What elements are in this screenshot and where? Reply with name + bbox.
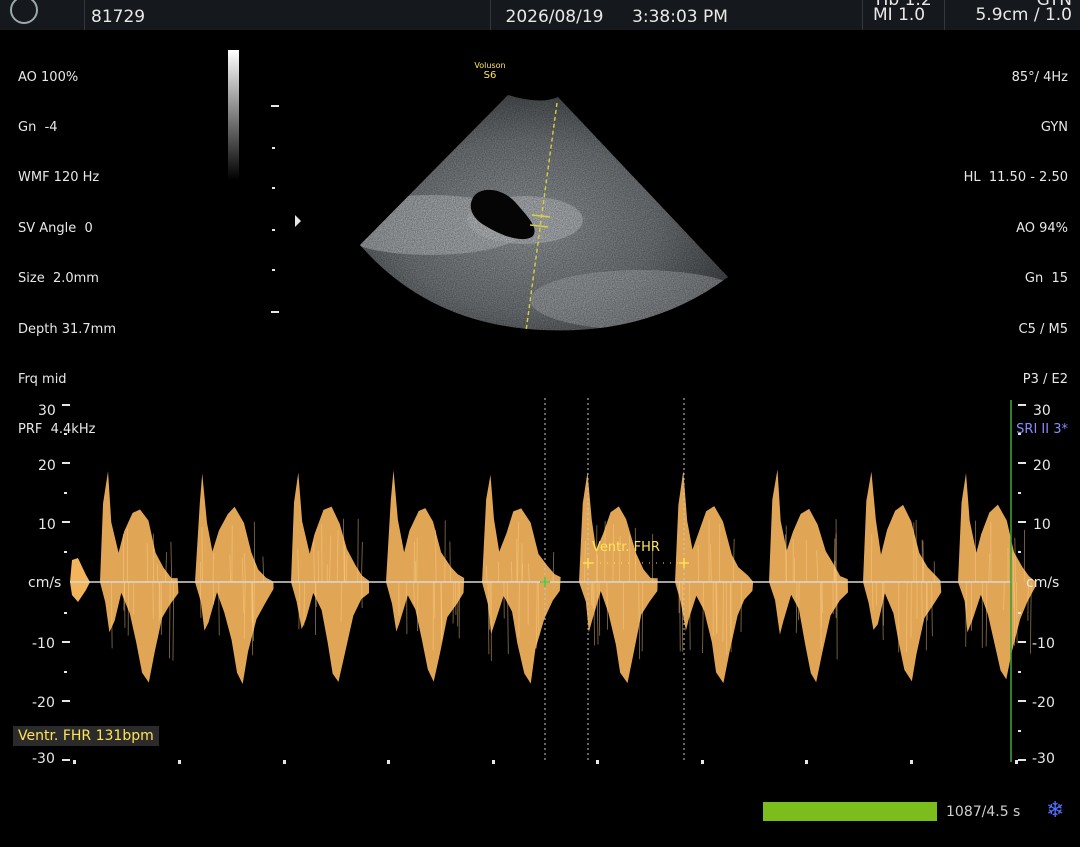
depth-zoom: 5.9cm / 1.0	[951, 8, 1072, 23]
left-tick-neg20: -20	[32, 696, 55, 710]
param-ao: AO 100%	[18, 70, 116, 87]
right-tick-neg30: -30	[1032, 752, 1055, 766]
right-tick-neg20: -20	[1032, 696, 1055, 710]
right-tick-30: 30	[1033, 404, 1051, 418]
cine-progress-bar[interactable]	[763, 802, 937, 821]
doppler-spectrum	[0, 390, 1080, 775]
ge-logo-icon	[0, 0, 82, 30]
bmode-sector-image	[350, 85, 740, 340]
cine-frame-counter: 1087/4.5 s	[946, 804, 1020, 820]
right-unit: cm/s	[1026, 576, 1059, 590]
param-gain: Gn -4	[18, 120, 116, 137]
param-preset: GYN	[964, 120, 1068, 137]
param-hl: HL 11.50 - 2.50	[964, 170, 1068, 187]
left-unit: cm/s	[28, 576, 61, 590]
safety-indices: TIb 1.2 MI 1.0	[862, 0, 944, 30]
time-markers	[73, 760, 1018, 764]
patient-id: 81729	[84, 0, 489, 30]
spectrum-waveform	[70, 469, 1036, 684]
param-frq: Frq mid	[18, 372, 116, 389]
param-wmf: WMF 120 Hz	[18, 170, 116, 187]
cardiac-cycle-6	[579, 472, 658, 683]
depth-scale	[265, 95, 305, 320]
mi-value: MI 1.0	[873, 8, 944, 23]
date: 2026/08/19	[490, 0, 618, 30]
param-gain-right: Gn 15	[964, 271, 1068, 288]
left-tick-neg10: -10	[32, 637, 55, 651]
cardiac-cycle-7	[675, 471, 753, 683]
brand-label: Voluson S6	[468, 61, 512, 81]
left-tick-20: 20	[38, 459, 56, 473]
snowflake-icon[interactable]: ❄	[1046, 800, 1064, 822]
time: 3:38:03 PM	[618, 0, 742, 30]
fhr-caliper-label: Ventr. FHR	[592, 540, 660, 555]
top-status-bar: 81729 2026/08/19 3:38:03 PM TIb 1.2 MI 1…	[0, 0, 1080, 30]
right-tick-neg10: -10	[1032, 637, 1055, 651]
param-sv-angle: SV Angle 0	[18, 221, 116, 238]
param-size: Size 2.0mm	[18, 271, 116, 288]
param-angle-rate: 85°/ 4Hz	[964, 70, 1068, 87]
cardiac-cycle-4	[386, 470, 464, 682]
brand-line2: S6	[468, 71, 512, 81]
cardiac-cycle-9	[863, 472, 941, 682]
cardiac-cycle-5	[482, 475, 561, 684]
cardiac-cycle-2	[195, 474, 273, 684]
right-tick-20: 20	[1033, 459, 1051, 473]
cardiac-cycle-partial	[70, 558, 90, 602]
param-depth: Depth 31.7mm	[18, 322, 116, 339]
param-cm: C5 / M5	[964, 322, 1068, 339]
focus-marker-icon	[295, 215, 301, 227]
grayscale-bar	[228, 50, 239, 180]
right-tick-10: 10	[1033, 518, 1051, 532]
cardiac-cycle-1	[100, 471, 178, 683]
preset-info: GYN 5.9cm / 1.0	[944, 0, 1080, 30]
fhr-result: Ventr. FHR 131bpm	[13, 726, 159, 746]
param-ao-right: AO 94%	[964, 221, 1068, 238]
left-tick-neg30: -30	[32, 752, 55, 766]
param-pe: P3 / E2	[964, 372, 1068, 389]
left-tick-30: 30	[38, 404, 56, 418]
left-tick-10: 10	[38, 518, 56, 532]
